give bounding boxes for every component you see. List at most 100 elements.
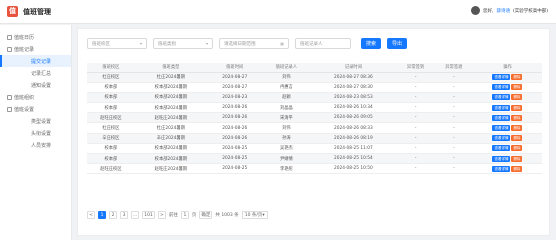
table-cell: 尹婧倩 (262, 153, 311, 165)
table-cell: - (434, 133, 473, 144)
table-cell: 校本部 (87, 102, 135, 114)
user-greeting: 您好, (483, 8, 494, 14)
table-cell: - (434, 143, 473, 155)
sidebar-item[interactable]: 类型设置 (0, 115, 71, 127)
user-info[interactable]: 您好, 薛诗涵 (实验学校高中部) (471, 6, 548, 15)
chevron-down-icon: ▾ (205, 41, 208, 46)
delete-button[interactable]: 删除 (511, 165, 523, 172)
view-details-button[interactable]: 查看详情 (492, 104, 511, 111)
table-cell: 刘晶晶 (262, 102, 311, 114)
sidebar-item[interactable]: 人员安排 (0, 139, 71, 151)
sidebar-item[interactable]: 头衔设置 (0, 127, 71, 139)
delete-button[interactable]: 删除 (511, 94, 523, 101)
delete-button[interactable]: 删除 (511, 114, 523, 121)
delete-button[interactable]: 删除 (511, 155, 523, 162)
table-cell: 2024-08-26 08:19 (310, 133, 397, 144)
sidebar-item-label: 类型设置 (31, 118, 52, 125)
person-input[interactable]: 值班记录人 (295, 38, 351, 49)
table-cell: - (396, 112, 435, 124)
sidebar-item[interactable]: 值班组织 (0, 91, 71, 103)
table-cell: 辛庄校区 (87, 133, 135, 144)
export-button[interactable]: 导出 (387, 38, 407, 49)
sidebar-item-label: 通知设置 (31, 82, 52, 89)
view-details-button[interactable]: 查看详情 (492, 145, 511, 152)
next-page-button[interactable]: > (157, 211, 166, 219)
view-details-button[interactable]: 查看详情 (492, 114, 511, 121)
campus-select[interactable]: 值班校区 ▾ (87, 38, 147, 49)
search-button[interactable]: 搜索 (361, 38, 381, 49)
sidebar-item-label: 提交记录 (31, 58, 52, 65)
delete-button[interactable]: 删除 (511, 145, 523, 152)
column-header: 异常签退 (434, 63, 473, 73)
main-panel: 值班校区 ▾ 值班类别 ▾ 请选择日期范围 ▦ 值班记录人 搜索 导出 值班校区… (77, 28, 550, 236)
sidebar-item[interactable]: 记录汇总 (0, 67, 71, 79)
goto-page-input[interactable]: 1 (180, 211, 189, 219)
goto-label: 前往 (168, 213, 178, 218)
table-cell: 校本部2024暑期 (134, 82, 207, 93)
table-cell: 李艳彤 (262, 163, 311, 175)
table-row: 校本部 校本部2024暑期 2024-08-25 尹婧倩 2024-08-25 10:5… (87, 153, 542, 165)
sidebar-item[interactable]: 通知设置 (0, 79, 71, 91)
delete-button[interactable]: 删除 (511, 74, 523, 81)
table-cell: 2024-08-26 08:33 (310, 122, 397, 134)
table-cell: 2024-08-26 (206, 102, 263, 114)
table-cell: 2024-08-25 10:54 (310, 153, 397, 165)
sidebar-item[interactable]: 值班设置 (0, 103, 71, 115)
table-cell: 2024-08-26 (206, 133, 263, 144)
page-number[interactable]: ... (131, 211, 140, 219)
table-row: 赵旺庄校区 赵旺庄2024暑期 2024-08-26 宋清平 2024-08-26 09… (87, 112, 542, 124)
table-cell: 宋清平 (262, 112, 311, 124)
page-number[interactable]: 2 (109, 211, 117, 219)
table-cell: 孙涛 (262, 133, 311, 144)
table-row: 校本部 校本部2024暑期 2024-08-26 刘晶晶 2024-08-26 10:3… (87, 102, 542, 114)
sidebar-item[interactable]: 值班日历 (0, 31, 71, 43)
delete-button[interactable]: 删除 (511, 135, 523, 142)
action-cell: 查看详情 删除 (472, 92, 542, 104)
user-name[interactable]: 薛诗涵 (496, 8, 510, 14)
table-cell: - (434, 72, 473, 83)
table-header-row: 值班校区 值班类型 值班时间 值班记录人 记录时间 异常签到 异常签退 操作 (87, 63, 542, 73)
table-row: 杜庄校区 杜庄2024暑期 2024-08-27 刘伟 2024-08-27 08:36… (87, 72, 542, 83)
column-header: 操作 (472, 63, 542, 73)
prev-page-button[interactable]: < (87, 211, 95, 219)
delete-button[interactable]: 删除 (511, 84, 523, 91)
page-number[interactable]: 101 (142, 211, 155, 219)
table-cell: 刘伟 (262, 122, 311, 134)
table-cell: 赵颖 (262, 92, 311, 104)
page-number[interactable]: 3 (120, 211, 128, 219)
avatar[interactable] (471, 6, 481, 15)
view-details-button[interactable]: 查看详情 (492, 94, 511, 101)
table-cell: 校本部2024暑期 (134, 143, 207, 155)
type-select[interactable]: 值班类别 ▾ (153, 38, 213, 49)
list-icon (7, 46, 12, 52)
view-details-button[interactable]: 查看详情 (492, 84, 511, 91)
column-header: 值班记录人 (262, 63, 311, 73)
table-cell: 赵旺庄校区 (87, 163, 135, 175)
table-cell: 2024-08-27 08:30 (310, 82, 397, 93)
table-row: 赵旺庄校区 赵旺庄2024暑期 2024-08-25 李艳彤 2024-08-25 10… (87, 163, 542, 175)
view-details-button[interactable]: 查看详情 (492, 165, 511, 172)
table-cell: 2024-08-26 (206, 112, 263, 124)
table-cell: - (396, 122, 435, 134)
view-details-button[interactable]: 查看详情 (492, 155, 511, 162)
page-size-select[interactable]: 10 条/页 ▾ (241, 211, 268, 219)
view-details-button[interactable]: 查看详情 (492, 125, 511, 132)
app-logo-icon: 值 (7, 6, 18, 17)
delete-button[interactable]: 删除 (511, 125, 523, 132)
table-cell: 2024-08-23 08:53 (310, 92, 397, 104)
sidebar-item[interactable]: 提交记录 (0, 55, 71, 67)
table-cell: 2024-08-27 (206, 82, 263, 93)
page-number[interactable]: 1 (98, 211, 106, 219)
user-org: (实验学校高中部) (512, 8, 548, 14)
table-cell: 校本部 (87, 92, 135, 104)
sidebar-item[interactable]: 值班记录 (0, 43, 71, 55)
view-details-button[interactable]: 查看详情 (492, 74, 511, 81)
filter-bar: 值班校区 ▾ 值班类别 ▾ 请选择日期范围 ▦ 值班记录人 搜索 导出 (87, 38, 407, 49)
view-details-button[interactable]: 查看详情 (492, 135, 511, 142)
column-header: 值班时间 (206, 63, 263, 73)
delete-button[interactable]: 删除 (511, 104, 523, 111)
table-cell: 2024-08-23 (206, 92, 263, 104)
table-cell: 吴艳杰 (262, 143, 311, 155)
goto-confirm-button[interactable]: 确定 (199, 211, 213, 219)
date-range-input[interactable]: 请选择日期范围 ▦ (219, 38, 289, 49)
